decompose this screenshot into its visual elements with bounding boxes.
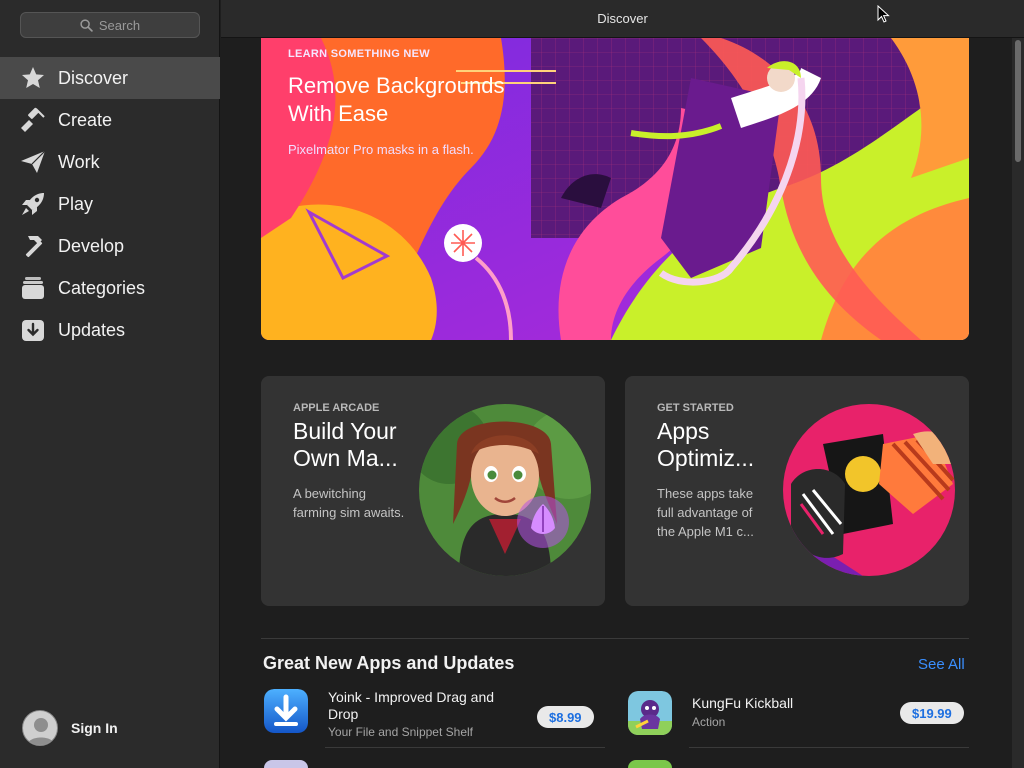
app-store-window: Search Discover Create Work Play Develop… bbox=[0, 0, 1024, 768]
page-title: Discover bbox=[597, 11, 648, 26]
hero-eyebrow: LEARN SOMETHING NEW bbox=[288, 48, 430, 60]
app-name: Yoink - Improved Drag and Drop bbox=[328, 689, 495, 722]
sidebar-item-label: Develop bbox=[58, 235, 125, 256]
sidebar-item-label: Create bbox=[58, 109, 113, 130]
card-title: Apps Optimiz... bbox=[657, 418, 755, 471]
title-bar: Discover bbox=[221, 0, 1024, 38]
app-name: KungFu Kickball bbox=[692, 695, 794, 711]
sidebar-item-label: Discover bbox=[58, 67, 129, 88]
hero-text: LEARN SOMETHING NEW Remove Backgrounds W… bbox=[288, 48, 528, 157]
sidebar-item-label: Work bbox=[58, 151, 100, 172]
game-character-artwork bbox=[419, 404, 591, 576]
price-button[interactable]: $8.99 bbox=[537, 706, 594, 728]
hero-title: Remove Backgrounds With Ease bbox=[288, 73, 505, 126]
sidebar-item-label: Updates bbox=[58, 319, 126, 340]
row-divider bbox=[689, 747, 969, 748]
kungfu-kickball-app-icon bbox=[628, 691, 672, 735]
feature-card-get-started[interactable]: GET STARTED Apps Optimiz... These apps t… bbox=[625, 376, 969, 606]
hammer-icon bbox=[20, 233, 46, 259]
paper-plane-icon bbox=[20, 149, 46, 175]
feature-card-apple-arcade[interactable]: APPLE ARCADE Build Your Own Ma... A bewi… bbox=[261, 376, 605, 606]
rocket-icon bbox=[20, 191, 46, 217]
stack-icon bbox=[20, 275, 46, 301]
download-icon bbox=[20, 317, 46, 343]
search-placeholder: Search bbox=[98, 17, 141, 33]
yoink-app-icon bbox=[264, 689, 308, 733]
section-divider bbox=[261, 638, 969, 639]
price-button[interactable]: $19.99 bbox=[900, 702, 964, 724]
scroll-thumb[interactable] bbox=[1015, 40, 1021, 162]
sign-in-button[interactable]: Sign In bbox=[22, 710, 118, 746]
vertical-scrollbar[interactable] bbox=[1012, 38, 1024, 768]
card-eyebrow: APPLE ARCADE bbox=[293, 402, 380, 414]
card-eyebrow: GET STARTED bbox=[657, 402, 734, 414]
search-field[interactable]: Search bbox=[20, 12, 200, 38]
sidebar-item-develop[interactable]: Develop bbox=[0, 225, 220, 267]
section-title: Great New Apps and Updates bbox=[263, 653, 515, 673]
card-subtitle: These apps take full advantage of the Ap… bbox=[657, 486, 754, 539]
app-row-yoink[interactable]: Yoink - Improved Drag and Drop Your File… bbox=[264, 689, 605, 749]
card-title: Build Your Own Ma... bbox=[293, 418, 398, 471]
sidebar: Search Discover Create Work Play Develop… bbox=[0, 0, 220, 768]
app-subtitle: Your File and Snippet Shelf bbox=[328, 725, 473, 739]
sign-in-label: Sign In bbox=[71, 720, 118, 736]
app-collage-artwork bbox=[783, 404, 955, 576]
avatar bbox=[22, 710, 58, 746]
app-row-kungfu-kickball[interactable]: KungFu Kickball Action $19.99 bbox=[628, 691, 969, 751]
sidebar-item-play[interactable]: Play bbox=[0, 183, 220, 225]
sidebar-item-label: Categories bbox=[58, 277, 146, 298]
main-content: Discover LEARN SOMETHING NEW Remove Back… bbox=[221, 0, 1024, 768]
next-app-icon bbox=[628, 760, 672, 768]
star-icon bbox=[20, 65, 46, 91]
brush-icon bbox=[20, 107, 46, 133]
sidebar-nav: Discover Create Work Play Develop Catego… bbox=[0, 57, 220, 351]
sidebar-item-updates[interactable]: Updates bbox=[0, 309, 220, 351]
sidebar-item-categories[interactable]: Categories bbox=[0, 267, 220, 309]
app-subtitle: Action bbox=[692, 715, 726, 729]
sidebar-item-work[interactable]: Work bbox=[0, 141, 220, 183]
sidebar-item-discover[interactable]: Discover bbox=[0, 57, 220, 99]
next-app-icon bbox=[264, 760, 308, 768]
see-all-link[interactable]: See All bbox=[918, 656, 965, 673]
hero-banner[interactable]: LEARN SOMETHING NEW Remove Backgrounds W… bbox=[261, 38, 969, 340]
sidebar-item-label: Play bbox=[58, 193, 94, 214]
card-subtitle: A bewitching farming sim awaits. bbox=[293, 486, 405, 520]
row-divider bbox=[325, 747, 605, 748]
sidebar-item-create[interactable]: Create bbox=[0, 99, 220, 141]
search-icon bbox=[80, 18, 93, 32]
mouse-cursor-icon bbox=[877, 5, 890, 23]
hero-subtitle: Pixelmator Pro masks in a flash. bbox=[288, 142, 474, 157]
